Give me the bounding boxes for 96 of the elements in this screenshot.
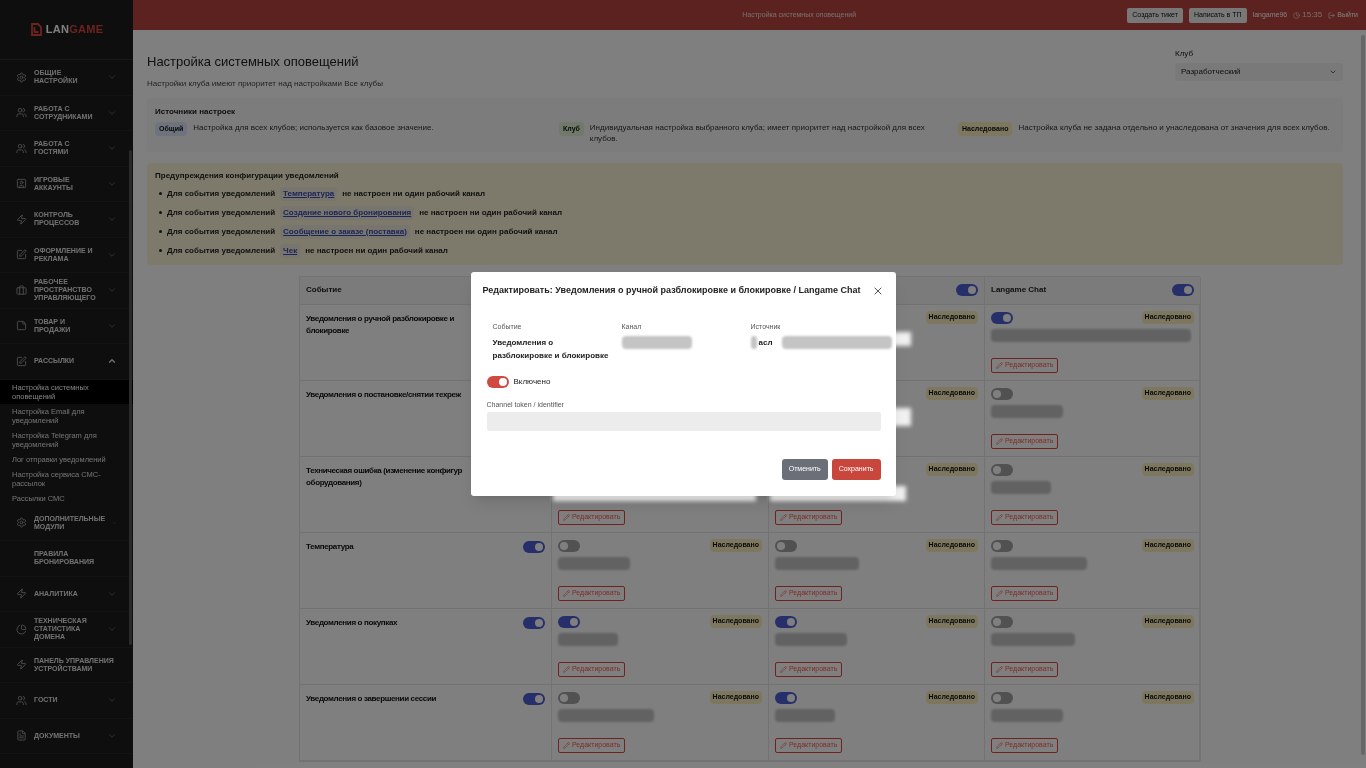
event-link[interactable]: Температура	[280, 186, 338, 201]
event-name: Уведомления о покупках	[306, 616, 398, 629]
event-name: Уведомления о завершении сессии	[306, 692, 437, 705]
event-name: Уведомления о ручной разблокировке и блокировке	[306, 312, 455, 337]
warning-text: не настроен ни один рабочий канал	[419, 206, 562, 219]
pencil-icon	[563, 513, 570, 521]
toggle-switch[interactable]	[523, 692, 545, 705]
logo-text: LANGAME	[45, 22, 104, 38]
page-title: Настройка системных оповещений	[147, 53, 360, 71]
edit-icon	[16, 249, 27, 261]
event-link[interactable]: Сообщение о заказе (поставка)	[280, 224, 410, 239]
chevron-down-icon	[1329, 68, 1337, 76]
toggle-switch[interactable]	[991, 691, 1013, 704]
pencil-icon	[780, 589, 787, 597]
clock-icon	[1293, 11, 1301, 19]
toggle-switch[interactable]	[486, 375, 509, 388]
source-description: Настройка для всех клубов; используется как базовое значение.	[193, 121, 434, 133]
toggle-switch[interactable]	[775, 539, 797, 552]
redaction-bar	[750, 335, 757, 349]
users-icon	[16, 142, 27, 154]
event-name: Уведомления о постановке/снятии техреж	[306, 388, 461, 401]
logout-icon	[1328, 11, 1336, 19]
lightning-icon	[16, 588, 27, 600]
pie-chart-icon	[16, 623, 27, 635]
redaction-bar	[558, 633, 618, 646]
redaction-bar	[775, 709, 835, 722]
event-link[interactable]: Чек	[280, 243, 301, 258]
field-value: Уведомления о разблокировке и блокировке	[492, 336, 610, 362]
scrollbar[interactable]	[129, 150, 132, 645]
redaction-bar	[991, 709, 1063, 722]
column-header: Langame Chat	[991, 284, 1047, 296]
edit-icon	[16, 355, 27, 367]
toggle-switch[interactable]	[1172, 284, 1194, 296]
source-description: Индивидуальная настройка выбранного клуба; имеет приоритет над настройкой для всех клубов.	[589, 121, 926, 144]
warning-text: не настроен ни один рабочий канал	[414, 225, 558, 238]
pencil-icon	[563, 665, 570, 673]
toggle-switch[interactable]	[558, 615, 580, 628]
source-description: Настройка клуба не задана отдельно и унаследована от значения для всех клубов.	[1018, 121, 1330, 133]
pencil-icon	[780, 665, 787, 673]
warning-text: не настроен ни один рабочий канал	[305, 244, 448, 257]
dialog-title: Редактировать: Уведомления о ручной разблокировке и блокировке / Langame Chat	[482, 284, 861, 298]
lightning-icon	[16, 659, 27, 671]
redaction-bar	[775, 633, 847, 646]
pencil-icon	[996, 589, 1003, 597]
toggle-switch[interactable]	[991, 387, 1013, 400]
pencil-icon	[780, 741, 787, 749]
users-icon	[16, 694, 27, 706]
page-subtitle: Настройки клуба имеют приоритет над настройками Все клубы	[147, 77, 383, 90]
gear-icon	[16, 71, 27, 83]
pencil-icon	[996, 437, 1003, 445]
briefcase-icon	[16, 284, 27, 296]
toggle-switch[interactable]	[558, 691, 580, 704]
club-select[interactable]: Разработческий	[1175, 63, 1343, 81]
redaction-bar	[621, 335, 692, 349]
gear-icon	[16, 517, 27, 529]
redaction-bar	[558, 557, 630, 570]
field-value: асл	[758, 336, 773, 349]
club-label: Клуб	[1175, 48, 1194, 60]
pencil-icon	[563, 741, 570, 749]
toggle-switch[interactable]	[991, 311, 1013, 324]
toggle-switch[interactable]	[523, 616, 545, 629]
pencil-icon	[996, 361, 1003, 369]
pencil-icon	[996, 741, 1003, 749]
warning-text: Для события уведомлений	[167, 225, 276, 238]
warning-text: не настроен ни один рабочий канал	[342, 187, 485, 200]
lightning-icon	[16, 213, 27, 225]
pencil-icon	[780, 513, 787, 521]
toggle-switch[interactable]	[991, 615, 1013, 628]
pencil-icon	[563, 589, 570, 597]
warning-text: Для события уведомлений	[167, 244, 276, 257]
users-icon	[16, 107, 27, 119]
clock-time: 15:35	[1302, 9, 1323, 21]
pencil-icon	[996, 665, 1003, 673]
toggle-label: Включено	[513, 375, 551, 388]
event-link[interactable]: Создание нового бронирования	[280, 205, 415, 220]
event-name: Техническая ошибка (изменение конфигур оборудования)	[306, 464, 463, 489]
warning-text: Для события уведомлений	[167, 187, 276, 200]
redaction-bar	[991, 405, 1063, 418]
toggle-switch[interactable]	[991, 463, 1013, 476]
logo-icon	[29, 23, 43, 36]
note-icon	[16, 320, 27, 332]
toggle-switch[interactable]	[775, 691, 797, 704]
toggle-switch[interactable]	[991, 539, 1013, 552]
id-card-icon	[16, 178, 27, 190]
pencil-icon	[996, 513, 1003, 521]
panel-title: Предупреждения конфигурации уведомлений	[155, 169, 340, 182]
panel-title: Источники настроек	[155, 105, 237, 118]
event-name: Температура	[306, 540, 354, 553]
column-header: Событие	[306, 284, 342, 296]
toggle-switch[interactable]	[558, 539, 580, 552]
document-icon	[16, 730, 27, 742]
warning-text: Для события уведомлений	[167, 206, 276, 219]
toggle-switch[interactable]	[956, 284, 978, 296]
toggle-switch[interactable]	[775, 615, 797, 628]
redaction-bar	[991, 481, 1051, 494]
toggle-switch[interactable]	[523, 540, 545, 553]
